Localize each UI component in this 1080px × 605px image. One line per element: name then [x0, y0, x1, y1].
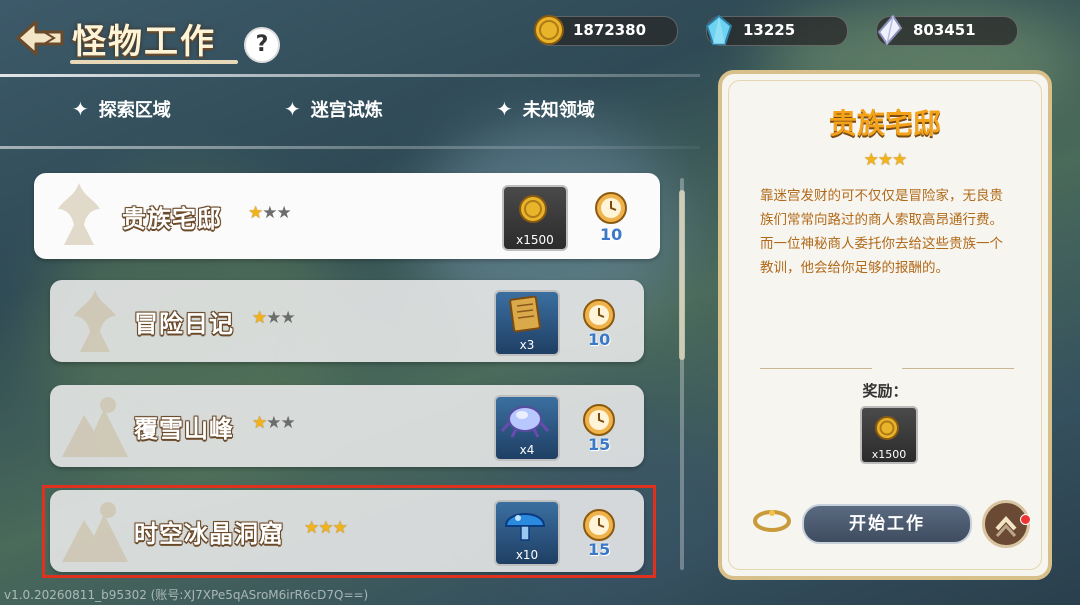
sparkle-icon: ✦: [496, 97, 513, 121]
reward-slot[interactable]: x4: [494, 395, 560, 461]
header-divider: [0, 74, 700, 77]
title-underline: [70, 60, 238, 64]
white-crystal-icon: [877, 14, 903, 46]
reward-quantity: x4: [519, 443, 535, 457]
crystal-cluster-icon: [500, 406, 550, 438]
start-work-button[interactable]: 开始工作: [802, 504, 972, 544]
back-arrow-icon[interactable]: [14, 18, 66, 58]
job-card-noble-mansion[interactable]: 贵族宅邸 ★★★ x1500 10: [34, 173, 660, 259]
currency-gold: 1872380: [534, 15, 678, 46]
sparkle-icon: ✦: [284, 97, 301, 121]
detail-reward-slot[interactable]: x1500: [860, 406, 918, 464]
reward-quantity: x1500: [871, 448, 907, 461]
duration-value: 10: [600, 225, 623, 244]
notification-dot: [1020, 514, 1031, 525]
tab-unknown-domain[interactable]: ✦ 未知领域: [496, 96, 595, 122]
gold-coin-icon: [534, 15, 564, 45]
version-info: v1.0.20260811_b95302 (账号:XJ7XPe5qASroM6i…: [4, 588, 369, 602]
detail-description: 靠迷宫发财的可不仅仅是冒险家，无良贵族们常常向路过的商人索取高昂通行费。 而一位…: [760, 184, 1016, 280]
help-button[interactable]: ?: [244, 27, 280, 63]
gold-ring-icon[interactable]: [752, 508, 792, 534]
tab-maze-trial[interactable]: ✦ 迷宫试炼: [284, 96, 383, 122]
star-rating: ★★★: [252, 308, 296, 328]
mountain-emblem-icon: [62, 397, 128, 457]
currency-white-crystal: 803451: [876, 14, 1018, 46]
detail-panel: 贵族宅邸 ★★★ 靠迷宫发财的可不仅仅是冒险家，无良贵族们常常向路过的商人索取高…: [718, 70, 1052, 580]
duration-value: 10: [588, 330, 611, 349]
gold-coin-icon: [875, 416, 899, 440]
reward-quantity: x1500: [516, 233, 554, 247]
star-rating: ★★★: [248, 203, 292, 223]
clock-icon: [583, 404, 615, 436]
scroll-icon: [509, 295, 541, 333]
sparkle-icon: ✦: [72, 97, 89, 121]
description-paragraph: 而一位神秘商人委托你去给这些贵族一个教训，他会给你足够的报酬的。: [760, 236, 1003, 276]
fleur-emblem-icon: [74, 290, 116, 352]
tab-label: 未知领域: [522, 100, 595, 121]
page-title: 怪物工作: [72, 22, 216, 62]
gold-coin-icon: [519, 195, 547, 223]
detail-star-rating: ★★★: [863, 150, 908, 170]
tab-explore-area[interactable]: ✦ 探索区域: [72, 96, 171, 122]
job-name: 贵族宅邸: [122, 205, 222, 233]
star-rating: ★★★: [252, 413, 296, 433]
chevron-up-icon: [995, 516, 1017, 538]
duration-value: 15: [588, 435, 611, 454]
description-paragraph: 靠迷宫发财的可不仅仅是冒险家，无良贵族们常常向路过的商人索取高昂通行费。: [760, 188, 1003, 228]
white-crystal-amount: 803451: [913, 21, 976, 39]
job-name: 冒险日记: [134, 310, 234, 338]
gold-amount: 1872380: [573, 21, 647, 39]
fleur-emblem-icon: [58, 183, 100, 245]
blue-crystal-icon: [705, 14, 733, 45]
reward-divider-right: [902, 368, 1014, 369]
job-name: 覆雪山峰: [134, 415, 234, 443]
reward-label: 奖励：: [862, 382, 908, 400]
currency-blue-crystal: 13225: [705, 14, 848, 46]
reward-slot[interactable]: x1500: [502, 185, 568, 251]
reward-quantity: x3: [519, 338, 535, 352]
clock-icon: [583, 299, 615, 331]
reward-divider-left: [760, 368, 872, 369]
tab-label: 探索区域: [98, 100, 171, 121]
tabs-divider: [0, 146, 700, 149]
job-card-adventure-diary[interactable]: 冒险日记 ★★★ x3 10: [50, 280, 644, 362]
job-card-snowy-peak[interactable]: 覆雪山峰 ★★★ x4 15: [50, 385, 644, 467]
selection-highlight: [42, 485, 656, 578]
blue-crystal-amount: 13225: [743, 21, 796, 39]
scrollbar-thumb[interactable]: [679, 190, 685, 360]
tab-label: 迷宫试炼: [310, 100, 383, 121]
clock-icon: [595, 192, 627, 224]
detail-title: 贵族宅邸: [828, 107, 941, 140]
reward-slot[interactable]: x3: [494, 290, 560, 356]
